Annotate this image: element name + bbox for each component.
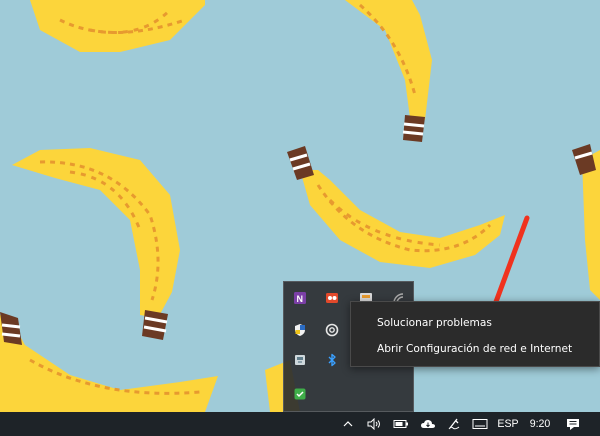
- banana-right-edge: [572, 144, 600, 300]
- clock[interactable]: 9:20: [528, 412, 552, 436]
- usb-drive-icon[interactable]: [288, 348, 312, 372]
- notification-icon[interactable]: [562, 412, 584, 436]
- menu-item-troubleshoot[interactable]: Solucionar problemas: [351, 310, 599, 336]
- banana-center: [287, 146, 505, 268]
- cloud-sync-icon[interactable]: [418, 412, 438, 436]
- bluetooth-icon[interactable]: [320, 348, 344, 372]
- banana-bottom-left: [0, 312, 218, 412]
- menu-item-open-network-settings[interactable]: Abrir Configuración de red e Internet: [351, 336, 599, 362]
- chevron-up-icon[interactable]: [340, 412, 356, 436]
- banana-left-middle: [12, 148, 180, 340]
- banana-top-left: [30, 0, 205, 52]
- volume-icon[interactable]: [364, 412, 384, 436]
- context-menu: Solucionar problemas Abrir Configuración…: [350, 301, 600, 367]
- windows-security-icon[interactable]: [288, 318, 312, 342]
- svg-text:N: N: [297, 294, 304, 304]
- pen-icon[interactable]: [444, 412, 464, 436]
- taskbar: ESP 9:20: [0, 412, 600, 436]
- circular-app-icon[interactable]: [320, 318, 344, 342]
- touch-keyboard-icon[interactable]: [470, 412, 490, 436]
- battery-icon[interactable]: [391, 412, 411, 436]
- screen-recorder-icon[interactable]: [320, 286, 344, 310]
- onenote-icon[interactable]: N: [288, 286, 312, 310]
- language-indicator[interactable]: ESP: [496, 412, 520, 436]
- banana-top-right: [345, 0, 432, 142]
- green-check-shield-icon[interactable]: [288, 382, 312, 406]
